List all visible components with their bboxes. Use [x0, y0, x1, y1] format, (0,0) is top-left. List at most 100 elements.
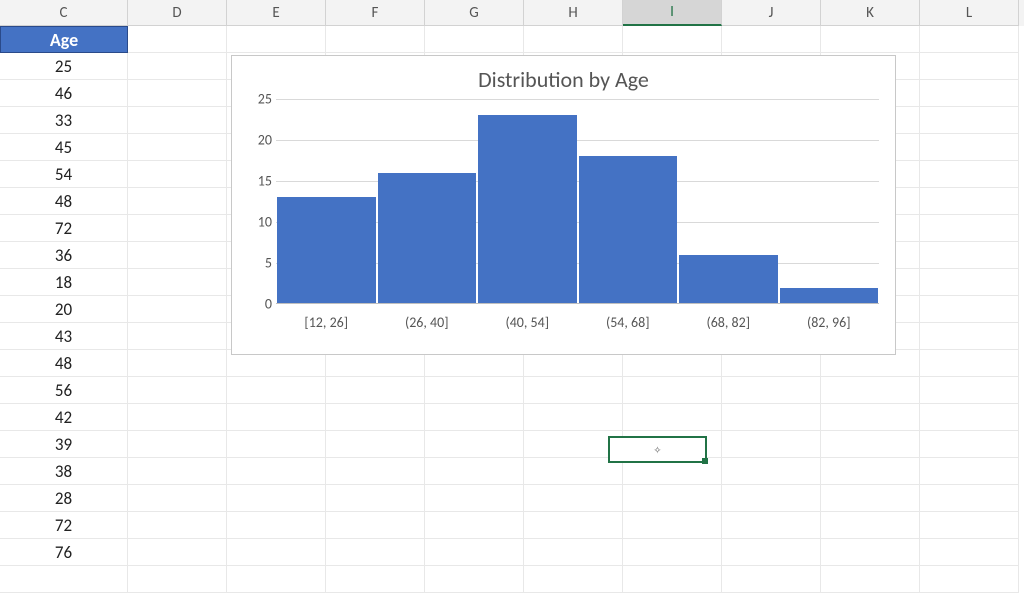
data-cell[interactable]: 72: [0, 512, 128, 539]
data-cell[interactable]: 38: [0, 458, 128, 485]
empty-cell[interactable]: [920, 539, 1019, 566]
empty-cell[interactable]: [524, 539, 623, 566]
empty-cell[interactable]: [227, 26, 326, 53]
data-cell[interactable]: 48: [0, 350, 128, 377]
empty-cell[interactable]: [326, 377, 425, 404]
empty-cell[interactable]: [722, 485, 821, 512]
empty-cell[interactable]: [128, 404, 227, 431]
empty-cell[interactable]: [128, 134, 227, 161]
empty-cell[interactable]: [821, 377, 920, 404]
empty-cell[interactable]: [722, 458, 821, 485]
empty-cell[interactable]: [920, 242, 1019, 269]
empty-cell[interactable]: [227, 431, 326, 458]
chart-object[interactable]: Distribution by Age 0510152025 [12, 26](…: [231, 55, 896, 355]
empty-cell[interactable]: [821, 26, 920, 53]
column-header-I[interactable]: I: [623, 0, 722, 26]
empty-cell[interactable]: [920, 566, 1019, 593]
empty-cell[interactable]: [0, 566, 128, 593]
empty-cell[interactable]: [920, 134, 1019, 161]
empty-cell[interactable]: [920, 296, 1019, 323]
empty-cell[interactable]: [821, 485, 920, 512]
bar[interactable]: [579, 156, 678, 304]
empty-cell[interactable]: [425, 431, 524, 458]
empty-cell[interactable]: [623, 26, 722, 53]
data-cell[interactable]: 36: [0, 242, 128, 269]
bar[interactable]: [679, 255, 778, 304]
data-cell[interactable]: 45: [0, 134, 128, 161]
empty-cell[interactable]: [524, 566, 623, 593]
empty-cell[interactable]: [425, 539, 524, 566]
empty-cell[interactable]: [227, 512, 326, 539]
empty-cell[interactable]: [227, 539, 326, 566]
empty-cell[interactable]: [920, 107, 1019, 134]
data-cell[interactable]: 42: [0, 404, 128, 431]
empty-cell[interactable]: [623, 431, 722, 458]
empty-cell[interactable]: [524, 485, 623, 512]
empty-cell[interactable]: [722, 26, 821, 53]
empty-cell[interactable]: [623, 377, 722, 404]
column-header-H[interactable]: H: [524, 0, 623, 26]
data-cell[interactable]: 39: [0, 431, 128, 458]
empty-cell[interactable]: [227, 404, 326, 431]
data-cell[interactable]: 25: [0, 53, 128, 80]
column-header-J[interactable]: J: [722, 0, 821, 26]
empty-cell[interactable]: [227, 485, 326, 512]
empty-cell[interactable]: [524, 377, 623, 404]
empty-cell[interactable]: [326, 431, 425, 458]
bar[interactable]: [478, 115, 577, 304]
empty-cell[interactable]: [425, 485, 524, 512]
empty-cell[interactable]: [128, 323, 227, 350]
empty-cell[interactable]: [920, 350, 1019, 377]
empty-cell[interactable]: [128, 458, 227, 485]
empty-cell[interactable]: [326, 485, 425, 512]
data-cell[interactable]: 76: [0, 539, 128, 566]
data-cell[interactable]: 46: [0, 80, 128, 107]
empty-cell[interactable]: [722, 566, 821, 593]
chart-title[interactable]: Distribution by Age: [248, 66, 879, 93]
empty-cell[interactable]: [524, 458, 623, 485]
empty-cell[interactable]: [920, 80, 1019, 107]
empty-cell[interactable]: [623, 458, 722, 485]
empty-cell[interactable]: [227, 377, 326, 404]
data-cell[interactable]: 18: [0, 269, 128, 296]
column-header-E[interactable]: E: [227, 0, 326, 26]
empty-cell[interactable]: [920, 377, 1019, 404]
empty-cell[interactable]: [128, 215, 227, 242]
empty-cell[interactable]: [425, 377, 524, 404]
empty-cell[interactable]: [920, 404, 1019, 431]
empty-cell[interactable]: [425, 566, 524, 593]
data-cell[interactable]: 33: [0, 107, 128, 134]
empty-cell[interactable]: [524, 404, 623, 431]
empty-cell[interactable]: [920, 269, 1019, 296]
empty-cell[interactable]: [128, 512, 227, 539]
empty-cell[interactable]: [524, 431, 623, 458]
empty-cell[interactable]: [524, 512, 623, 539]
empty-cell[interactable]: [326, 458, 425, 485]
empty-cell[interactable]: [920, 512, 1019, 539]
empty-cell[interactable]: [821, 539, 920, 566]
empty-cell[interactable]: [128, 377, 227, 404]
empty-cell[interactable]: [623, 539, 722, 566]
empty-cell[interactable]: [128, 485, 227, 512]
empty-cell[interactable]: [128, 80, 227, 107]
empty-cell[interactable]: [128, 242, 227, 269]
column-header-L[interactable]: L: [920, 0, 1019, 26]
column-header-D[interactable]: D: [128, 0, 227, 26]
column-header-F[interactable]: F: [326, 0, 425, 26]
empty-cell[interactable]: [128, 269, 227, 296]
empty-cell[interactable]: [623, 485, 722, 512]
column-header-C[interactable]: C: [0, 0, 128, 26]
empty-cell[interactable]: [425, 26, 524, 53]
empty-cell[interactable]: [920, 323, 1019, 350]
bar[interactable]: [378, 173, 477, 304]
empty-cell[interactable]: [326, 512, 425, 539]
empty-cell[interactable]: [128, 296, 227, 323]
empty-cell[interactable]: [623, 566, 722, 593]
column-header-G[interactable]: G: [425, 0, 524, 26]
empty-cell[interactable]: [722, 404, 821, 431]
empty-cell[interactable]: [326, 404, 425, 431]
empty-cell[interactable]: [128, 539, 227, 566]
empty-cell[interactable]: [128, 107, 227, 134]
plot-area[interactable]: 0510152025: [276, 99, 879, 304]
empty-cell[interactable]: [722, 512, 821, 539]
